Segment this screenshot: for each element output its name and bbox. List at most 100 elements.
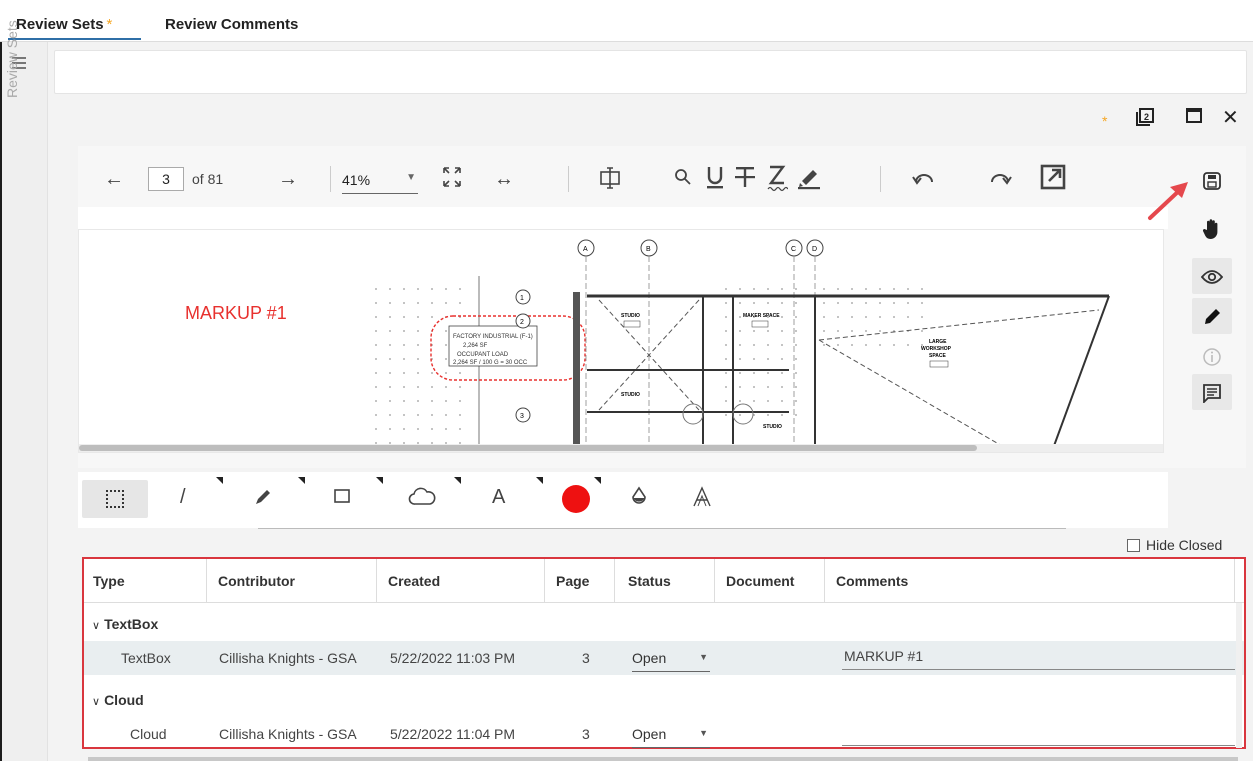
cell-created: 5/22/2022 11:04 PM: [390, 726, 516, 742]
svg-text:WORKSHOP: WORKSHOP: [921, 346, 952, 352]
info-icon[interactable]: [1192, 338, 1232, 374]
svg-text:A: A: [583, 246, 588, 253]
dropdown-corner[interactable]: [376, 477, 383, 484]
column-header-type[interactable]: Type: [93, 573, 125, 589]
dropdown-corner[interactable]: [594, 477, 601, 484]
color-icon[interactable]: [562, 485, 590, 513]
rectangle-icon[interactable]: [334, 486, 350, 508]
svg-text:LARGE: LARGE: [929, 339, 947, 345]
save-icon[interactable]: [1192, 162, 1232, 198]
fit-width-icon[interactable]: ↔: [494, 168, 514, 190]
checkbox-box[interactable]: [1127, 539, 1140, 552]
comment-input[interactable]: MARKUP #1: [844, 648, 923, 664]
status-select[interactable]: Open ▼: [632, 726, 710, 748]
svg-text:B: B: [646, 246, 651, 253]
svg-text:3: 3: [520, 413, 524, 420]
column-header-page[interactable]: Page: [556, 573, 589, 589]
column-header-contributor[interactable]: Contributor: [218, 573, 295, 589]
scrollbar-thumb[interactable]: [79, 445, 977, 451]
chevron-down-icon: ∨: [92, 696, 101, 708]
vertical-scrollbar[interactable]: [1236, 603, 1242, 748]
group-header-textbox[interactable]: ∨ TextBox: [92, 616, 158, 632]
column-header-created[interactable]: Created: [388, 573, 440, 589]
font-outline-icon[interactable]: [692, 486, 712, 513]
select-tool[interactable]: [82, 480, 148, 518]
svg-text:2,264 SF / 100 G = 30 OCC: 2,264 SF / 100 G = 30 OCC: [453, 360, 528, 366]
pencil-icon[interactable]: [1192, 298, 1232, 334]
undo-icon[interactable]: [912, 168, 934, 191]
fill-icon[interactable]: [630, 486, 648, 513]
chevron-down-icon: ▼: [406, 172, 416, 183]
hide-closed-checkbox[interactable]: Hide Closed: [1127, 537, 1222, 553]
fit-page-icon[interactable]: [442, 166, 462, 193]
cell-contributor: Cillisha Knights - GSA: [219, 726, 357, 742]
unsaved-marker: *: [106, 16, 113, 33]
column-header-document[interactable]: Document: [726, 573, 794, 589]
comments-table: Type Contributor Created Page Status Doc…: [82, 557, 1246, 749]
table-header: Type Contributor Created Page Status Doc…: [84, 559, 1244, 603]
chevron-down-icon: ▼: [699, 728, 708, 738]
text-icon[interactable]: A: [492, 486, 505, 508]
svg-text:OCCUPANT LOAD: OCCUPANT LOAD: [457, 352, 509, 358]
tab-review-sets[interactable]: Review Sets *: [16, 16, 112, 33]
eye-icon[interactable]: [1192, 258, 1232, 294]
comment-input-underline[interactable]: [842, 745, 1235, 746]
svg-text:STUDIO: STUDIO: [621, 392, 640, 398]
tab-bar: Review Sets * Review Comments: [0, 0, 1253, 42]
next-page-icon[interactable]: →: [278, 168, 298, 190]
dropdown-corner[interactable]: [536, 477, 543, 484]
svg-text:SPACE: SPACE: [929, 353, 947, 359]
page-number-input[interactable]: 3: [148, 167, 184, 191]
active-tab-indicator: [8, 38, 141, 40]
cloud-icon[interactable]: [408, 486, 436, 511]
select-icon: [106, 490, 124, 508]
line-icon[interactable]: /: [180, 486, 186, 508]
strikethrough-icon[interactable]: [734, 164, 756, 195]
popout-icon[interactable]: 2: [1136, 108, 1154, 131]
unsaved-star: *: [1102, 113, 1108, 129]
underline-icon[interactable]: [704, 164, 726, 195]
highlighter-icon[interactable]: [254, 486, 274, 511]
text-select-icon[interactable]: [600, 166, 620, 195]
filter-bar[interactable]: [54, 50, 1247, 94]
redo-icon[interactable]: [990, 168, 1012, 191]
group-header-cloud[interactable]: ∨ Cloud: [92, 692, 144, 708]
close-icon[interactable]: ✕: [1222, 105, 1239, 130]
squiggly-icon[interactable]: [766, 164, 789, 197]
column-divider: [544, 559, 545, 603]
column-divider: [1234, 559, 1235, 603]
cell-contributor: Cillisha Knights - GSA: [219, 650, 357, 666]
comment-input-underline: [842, 669, 1235, 670]
highlight-icon[interactable]: [796, 164, 822, 195]
dropdown-corner[interactable]: [454, 477, 461, 484]
column-header-status[interactable]: Status: [628, 573, 671, 589]
dropdown-corner[interactable]: [216, 477, 223, 484]
cell-type: TextBox: [121, 650, 171, 666]
status-select[interactable]: Open ▼: [632, 650, 710, 672]
search-icon[interactable]: [674, 168, 692, 192]
markup-text-annotation[interactable]: MARKUP #1: [185, 303, 287, 324]
column-divider: [614, 559, 615, 603]
horizontal-scrollbar[interactable]: [79, 444, 1163, 452]
chevron-down-icon: ∨: [92, 620, 101, 632]
zoom-select[interactable]: 41% ▼: [342, 172, 418, 194]
prev-page-icon[interactable]: ←: [104, 168, 124, 190]
column-divider: [206, 559, 207, 603]
tab-review-comments[interactable]: Review Comments: [165, 16, 298, 33]
svg-text:D: D: [812, 246, 817, 253]
svg-text:2: 2: [520, 319, 524, 326]
comment-icon[interactable]: [1192, 374, 1232, 410]
page-count: of 81: [192, 171, 224, 187]
cell-created: 5/22/2022 11:03 PM: [390, 650, 516, 666]
hand-icon[interactable]: [1192, 210, 1232, 246]
rail-review-sets-label[interactable]: Review Sets: [4, 20, 20, 98]
bottom-scrollbar[interactable]: [88, 757, 1238, 761]
document-page[interactable]: FACTORY INDUSTRIAL (F-1) 2,264 SF OCCUPA…: [78, 229, 1164, 453]
svg-text:STUDIO: STUDIO: [763, 424, 782, 430]
column-header-comments[interactable]: Comments: [836, 573, 908, 589]
dropdown-corner[interactable]: [298, 477, 305, 484]
toolbar-divider: [880, 166, 881, 192]
svg-text:C: C: [791, 246, 796, 253]
maximize-icon[interactable]: [1186, 108, 1202, 129]
open-external-icon[interactable]: [1040, 164, 1066, 195]
